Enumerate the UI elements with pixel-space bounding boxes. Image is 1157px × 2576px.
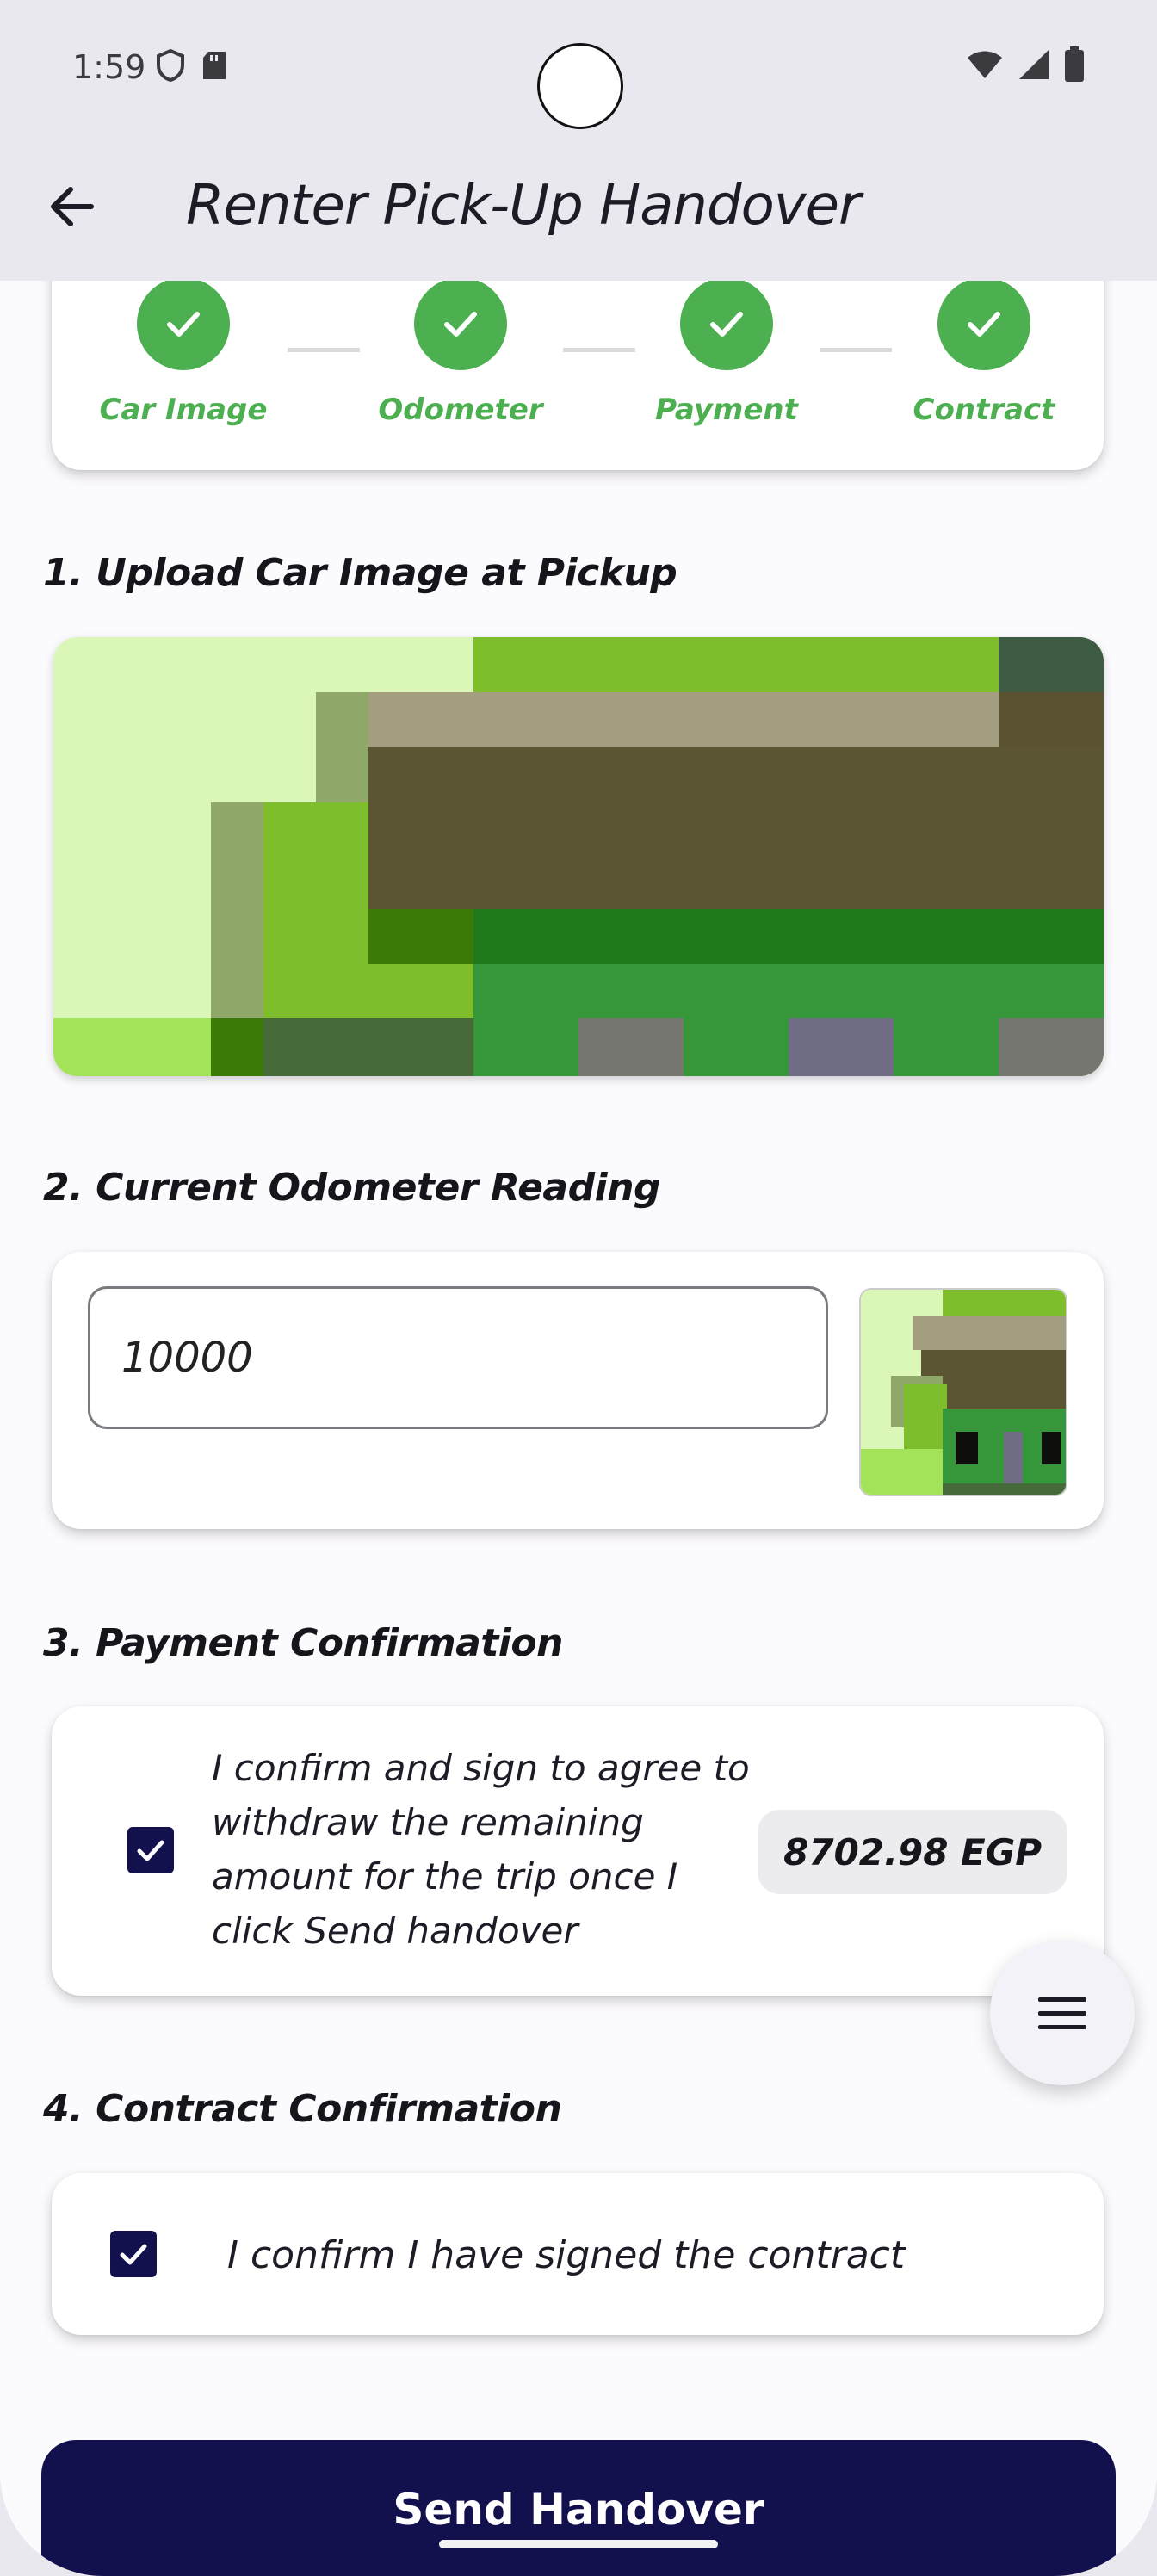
check-icon	[680, 277, 773, 370]
send-handover-button[interactable]: Send Handover	[41, 2440, 1116, 2576]
payment-confirm-checkbox[interactable]	[127, 1827, 174, 1873]
status-icons-left	[155, 48, 227, 83]
step-connector	[288, 348, 360, 352]
check-icon	[937, 277, 1030, 370]
step-car-image[interactable]: Car Image	[97, 277, 269, 427]
back-button[interactable]	[45, 179, 100, 234]
section-title-car-image: 1. Upload Car Image at Pickup	[43, 551, 677, 595]
step-connector	[563, 348, 635, 352]
car-image-upload[interactable]	[53, 637, 1104, 1076]
payment-card: I confirm and sign to agree to withdraw …	[52, 1706, 1104, 1996]
phone-screen: 1:59 Renter Pick-Up Handover Car Image O…	[0, 0, 1157, 2576]
step-label: Contract	[913, 393, 1055, 427]
section-title-odometer: 2. Current Odometer Reading	[43, 1166, 661, 1210]
check-icon	[414, 277, 507, 370]
odometer-input[interactable]	[88, 1286, 828, 1429]
text-line: withdraw the remaining	[212, 1801, 644, 1843]
step-contract[interactable]: Contract	[898, 277, 1070, 427]
front-camera	[537, 43, 623, 129]
contract-card: I confirm I have signed the contract	[52, 2173, 1104, 2335]
odometer-photo	[861, 1290, 1066, 1495]
amount-badge: 8702.98 EGP	[758, 1810, 1067, 1894]
payment-confirm-text: I confirm and sign to agree to withdraw …	[212, 1741, 763, 1958]
battery-icon	[1065, 46, 1084, 82]
checkmark-icon	[137, 1840, 164, 1861]
status-icons-right	[966, 46, 1085, 83]
section-title-contract: 4. Contract Confirmation	[43, 2087, 562, 2131]
contract-confirm-checkbox[interactable]	[110, 2231, 157, 2277]
odometer-card	[52, 1252, 1104, 1529]
menu-icon	[1038, 1997, 1086, 2029]
checkmark-icon	[120, 2244, 147, 2265]
step-payment[interactable]: Payment	[640, 277, 813, 427]
step-label: Car Image	[99, 393, 268, 427]
wifi-icon	[968, 51, 1002, 78]
section-title-payment: 3. Payment Confirmation	[43, 1621, 563, 1665]
step-label: Payment	[655, 393, 798, 427]
status-time: 1:59	[72, 48, 146, 86]
app-bar: 1:59 Renter Pick-Up Handover	[0, 0, 1157, 281]
shield-icon	[157, 48, 184, 83]
odometer-photo-thumbnail[interactable]	[859, 1288, 1067, 1496]
step-label: Odometer	[378, 393, 543, 427]
home-indicator[interactable]	[439, 2540, 718, 2548]
step-connector	[820, 348, 892, 352]
check-icon	[137, 277, 230, 370]
contract-confirm-text: I confirm I have signed the contract	[227, 2233, 906, 2277]
menu-fab[interactable]	[990, 1941, 1135, 2085]
arrow-back-icon	[51, 187, 94, 226]
sd-card-icon	[203, 52, 226, 79]
step-odometer[interactable]: Odometer	[374, 277, 547, 427]
text-line: I confirm and sign to agree to	[212, 1747, 750, 1789]
page-title: Renter Pick-Up Handover	[186, 174, 861, 238]
car-photo	[53, 637, 1104, 1076]
text-line: amount for the trip once I	[212, 1855, 678, 1898]
signal-icon	[1019, 50, 1049, 79]
text-line: click Send handover	[212, 1910, 578, 1952]
